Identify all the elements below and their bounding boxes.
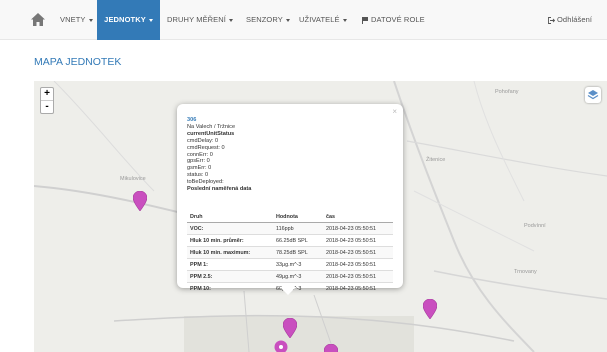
table-row: VOC: 116ppb 2018-04-23 05:50:51 — [187, 222, 393, 235]
nav-item-label: VNETY — [60, 15, 86, 24]
unit-marker[interactable] — [423, 299, 437, 319]
nav-item-druhy-mereni[interactable]: DRUHY MĚŘENÍ — [167, 0, 233, 40]
logout-icon — [548, 16, 556, 24]
unit-marker[interactable] — [133, 191, 147, 211]
zoom-in-button[interactable]: + — [41, 88, 53, 100]
cell-type: Hluk 10 min. průměr: — [187, 234, 273, 247]
layers-icon — [587, 90, 599, 100]
cell-value: 49μg.m^-3 — [273, 270, 323, 283]
unit-marker-cluster[interactable] — [274, 340, 288, 352]
place-label: Žitenice — [426, 157, 446, 163]
caret-down-icon — [228, 18, 233, 22]
last-data-header: Poslední naměřená data — [187, 186, 252, 193]
cell-time: 2018-04-23 05:50:51 — [323, 270, 393, 283]
cell-type: VOC: — [187, 222, 273, 235]
popup-tip — [280, 287, 296, 295]
page-title: MAPA JEDNOTEK — [34, 56, 122, 68]
place-label: Mikulovice — [120, 176, 146, 182]
column-header: čas — [323, 211, 393, 223]
nav-item-datove-role[interactable]: DATOVÉ ROLE — [362, 0, 425, 40]
place-label: Podvínní — [524, 223, 546, 229]
caret-down-icon — [285, 18, 290, 22]
nav-item-senzory[interactable]: SENZORY — [246, 0, 290, 40]
unit-id[interactable]: 306 — [187, 117, 251, 124]
cell-time: 2018-04-23 05:50:51 — [323, 246, 393, 259]
cell-value: 78.25dB SPL — [273, 246, 323, 259]
home-icon[interactable] — [31, 13, 45, 26]
nav-item-label: DATOVÉ ROLE — [371, 15, 425, 24]
nav-item-label: JEDNOTKY — [104, 15, 146, 24]
zoom-out-button[interactable]: - — [41, 100, 53, 113]
cell-type: Hluk 10 min. maximum: — [187, 246, 273, 259]
cell-time: 2018-04-23 05:50:51 — [323, 282, 393, 294]
logout-link[interactable]: Odhlášení — [548, 0, 592, 40]
cell-value: 33μg.m^-3 — [273, 258, 323, 271]
zoom-control: + - — [40, 87, 54, 114]
close-icon[interactable]: × — [392, 108, 397, 116]
table-row: Hluk 10 min. průměr: 66.25dB SPL 2018-04-2… — [187, 234, 393, 247]
nav-item-jednotky[interactable]: JEDNOTKY — [97, 0, 160, 40]
table-row: Hluk 10 min. maximum: 78.25dB SPL 2018-04-… — [187, 246, 393, 259]
status-header: currentUnitStatus — [187, 130, 235, 137]
place-label: Pohořany — [495, 89, 519, 95]
column-header: Hodnota — [273, 211, 323, 223]
status-line: cmdRequest: 0 — [187, 144, 225, 151]
cell-type: PPM 1: — [187, 258, 273, 271]
cell-type: PPM 10: — [187, 282, 273, 294]
status-line: cmdDelay: 0 — [187, 137, 219, 144]
cell-time: 2018-04-23 05:50:51 — [323, 222, 393, 235]
nav-item-label: SENZORY — [246, 15, 283, 24]
caret-down-icon — [342, 18, 347, 22]
cell-time: 2018-04-23 05:50:51 — [323, 234, 393, 247]
nav-item-label: UŽIVATELÉ — [299, 15, 340, 24]
measurements-table: Druh Hodnota čas VOC: 116ppb 2018-04-23 05… — [187, 211, 393, 294]
cell-type: PPM 2.5: — [187, 270, 273, 283]
status-line: connErr: 0 — [187, 151, 213, 158]
nav-item-vnety[interactable]: VNETY — [60, 0, 93, 40]
status-line: gsmErr: 0 — [187, 165, 212, 172]
caret-down-icon — [88, 18, 93, 22]
cell-time: 2018-04-23 05:50:51 — [323, 258, 393, 271]
flag-icon — [362, 16, 368, 24]
table-header-row: Druh Hodnota čas — [187, 211, 393, 223]
map-view[interactable]: + - Pohořany Mikulovice Žitenice Podvínn… — [34, 81, 607, 352]
status-line: status: 0 — [187, 172, 209, 179]
unit-marker[interactable] — [324, 344, 338, 352]
unit-marker-selected[interactable] — [283, 318, 297, 338]
cell-value: 66.25dB SPL — [273, 234, 323, 247]
top-navbar: VNETY JEDNOTKY DRUHY MĚŘENÍ SENZORY UŽIV… — [0, 0, 607, 40]
status-line: toBeDeployed: — [187, 179, 224, 186]
unit-address: Na Valech / Tržnice — [187, 123, 236, 130]
place-label: Trnovany — [514, 269, 537, 275]
unit-popup: × 306 Na Valech / Tržnice currentUnitSta… — [177, 104, 403, 294]
logout-label: Odhlášení — [557, 15, 593, 24]
caret-down-icon — [148, 18, 153, 22]
cell-value: 116ppb — [273, 222, 323, 235]
table-row: PPM 1: 33μg.m^-3 2018-04-23 05:50:51 — [187, 258, 393, 271]
nav-item-label: DRUHY MĚŘENÍ — [167, 15, 226, 24]
table-row: PPM 2.5: 49μg.m^-3 2018-04-23 05:50:51 — [187, 270, 393, 283]
status-line: gpsErr: 0 — [187, 158, 210, 165]
layers-button[interactable] — [585, 87, 601, 103]
popup-content: 306 Na Valech / Tržnice currentUnitStatu… — [187, 117, 251, 193]
nav-item-uzivatele[interactable]: UŽIVATELÉ — [299, 0, 347, 40]
column-header: Druh — [187, 211, 273, 223]
